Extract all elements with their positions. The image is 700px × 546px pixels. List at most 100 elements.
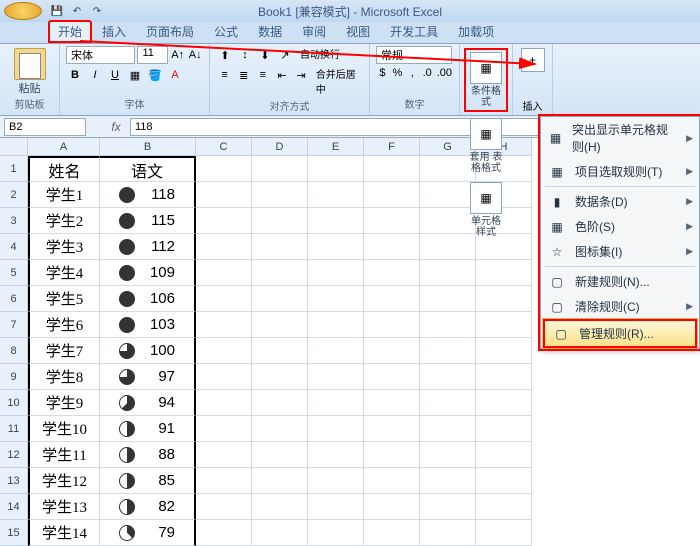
format-table-button[interactable]: ▦ 套用 表格格式 bbox=[464, 116, 508, 176]
paste-icon[interactable] bbox=[14, 48, 46, 80]
name-box[interactable]: B2 bbox=[4, 118, 86, 136]
col-header[interactable]: B bbox=[100, 138, 196, 156]
cell[interactable] bbox=[420, 442, 476, 468]
cell-value[interactable]: 109 bbox=[100, 260, 196, 286]
cell[interactable] bbox=[364, 208, 420, 234]
cell[interactable] bbox=[196, 442, 252, 468]
cell[interactable] bbox=[364, 156, 420, 182]
cell-value[interactable]: 118 bbox=[100, 182, 196, 208]
cell[interactable] bbox=[196, 234, 252, 260]
row-header[interactable]: 12 bbox=[0, 442, 28, 468]
row-header[interactable]: 3 bbox=[0, 208, 28, 234]
cell-name[interactable]: 学生6 bbox=[28, 312, 100, 338]
cell[interactable] bbox=[196, 364, 252, 390]
menu-item[interactable]: ▢清除规则(C)▶ bbox=[541, 294, 699, 319]
cell-header[interactable]: 姓名 bbox=[28, 156, 100, 182]
menu-item[interactable]: ▦项目选取规则(T)▶ bbox=[541, 159, 699, 184]
cell[interactable] bbox=[252, 234, 308, 260]
cell[interactable] bbox=[364, 520, 420, 546]
cell[interactable] bbox=[252, 494, 308, 520]
qat-save-icon[interactable]: 💾 bbox=[48, 3, 66, 19]
col-header[interactable]: E bbox=[308, 138, 364, 156]
cell-name[interactable]: 学生11 bbox=[28, 442, 100, 468]
cell-value[interactable]: 88 bbox=[100, 442, 196, 468]
cell-name[interactable]: 学生7 bbox=[28, 338, 100, 364]
row-header[interactable]: 4 bbox=[0, 234, 28, 260]
cell-name[interactable]: 学生10 bbox=[28, 416, 100, 442]
cell-header[interactable]: 语文 bbox=[100, 156, 196, 182]
cell[interactable] bbox=[196, 286, 252, 312]
cell[interactable] bbox=[476, 364, 532, 390]
cell[interactable] bbox=[196, 390, 252, 416]
cell[interactable] bbox=[364, 468, 420, 494]
cell[interactable] bbox=[252, 390, 308, 416]
cell[interactable] bbox=[308, 286, 364, 312]
col-header[interactable]: F bbox=[364, 138, 420, 156]
menu-item[interactable]: ▢管理规则(R)... bbox=[543, 319, 697, 348]
row-header[interactable]: 5 bbox=[0, 260, 28, 286]
cell[interactable] bbox=[252, 468, 308, 494]
menu-item[interactable]: ▦突出显示单元格规则(H)▶ bbox=[541, 117, 699, 159]
cell-name[interactable]: 学生8 bbox=[28, 364, 100, 390]
cell[interactable] bbox=[364, 390, 420, 416]
cell[interactable] bbox=[364, 416, 420, 442]
cell[interactable] bbox=[364, 260, 420, 286]
cell[interactable] bbox=[420, 312, 476, 338]
cell[interactable] bbox=[476, 520, 532, 546]
cell[interactable] bbox=[252, 182, 308, 208]
fx-icon[interactable]: fx bbox=[106, 120, 126, 134]
cell-value[interactable]: 79 bbox=[100, 520, 196, 546]
cell-value[interactable]: 103 bbox=[100, 312, 196, 338]
cell-name[interactable]: 学生13 bbox=[28, 494, 100, 520]
cell[interactable] bbox=[420, 338, 476, 364]
cell[interactable] bbox=[420, 416, 476, 442]
cell[interactable] bbox=[252, 156, 308, 182]
cell-styles-button[interactable]: ▦ 单元格 样式 bbox=[464, 180, 508, 240]
cell[interactable] bbox=[420, 390, 476, 416]
cell[interactable] bbox=[364, 286, 420, 312]
cell[interactable] bbox=[308, 156, 364, 182]
cell[interactable] bbox=[364, 494, 420, 520]
cell-name[interactable]: 学生1 bbox=[28, 182, 100, 208]
cell-value[interactable]: 94 bbox=[100, 390, 196, 416]
row-header[interactable]: 9 bbox=[0, 364, 28, 390]
cell-name[interactable]: 学生12 bbox=[28, 468, 100, 494]
cell[interactable] bbox=[308, 390, 364, 416]
cell-value[interactable]: 112 bbox=[100, 234, 196, 260]
qat-redo-icon[interactable]: ↷ bbox=[88, 3, 106, 19]
cell[interactable] bbox=[196, 520, 252, 546]
menu-item[interactable]: ☆图标集(I)▶ bbox=[541, 239, 699, 264]
cell-value[interactable]: 106 bbox=[100, 286, 196, 312]
menu-item[interactable]: ▮数据条(D)▶ bbox=[541, 189, 699, 214]
cell[interactable] bbox=[420, 286, 476, 312]
cell[interactable] bbox=[364, 312, 420, 338]
cell[interactable] bbox=[308, 520, 364, 546]
cell[interactable] bbox=[476, 494, 532, 520]
cell[interactable] bbox=[252, 260, 308, 286]
cell[interactable] bbox=[364, 338, 420, 364]
office-button[interactable] bbox=[4, 2, 42, 20]
cell[interactable] bbox=[476, 312, 532, 338]
cell[interactable] bbox=[308, 442, 364, 468]
row-header[interactable]: 14 bbox=[0, 494, 28, 520]
cell-value[interactable]: 97 bbox=[100, 364, 196, 390]
cell[interactable] bbox=[308, 312, 364, 338]
cell[interactable] bbox=[196, 416, 252, 442]
col-header[interactable]: C bbox=[196, 138, 252, 156]
select-all-corner[interactable] bbox=[0, 138, 28, 156]
cell-name[interactable]: 学生4 bbox=[28, 260, 100, 286]
cell-value[interactable]: 115 bbox=[100, 208, 196, 234]
cell[interactable] bbox=[308, 468, 364, 494]
col-header[interactable]: A bbox=[28, 138, 100, 156]
cell-name[interactable]: 学生3 bbox=[28, 234, 100, 260]
cell[interactable] bbox=[196, 208, 252, 234]
row-header[interactable]: 11 bbox=[0, 416, 28, 442]
cell[interactable] bbox=[252, 286, 308, 312]
cell[interactable] bbox=[308, 182, 364, 208]
cell[interactable] bbox=[476, 286, 532, 312]
cell-name[interactable]: 学生14 bbox=[28, 520, 100, 546]
cell[interactable] bbox=[476, 338, 532, 364]
cell[interactable] bbox=[196, 156, 252, 182]
row-header[interactable]: 15 bbox=[0, 520, 28, 546]
cell[interactable] bbox=[420, 494, 476, 520]
